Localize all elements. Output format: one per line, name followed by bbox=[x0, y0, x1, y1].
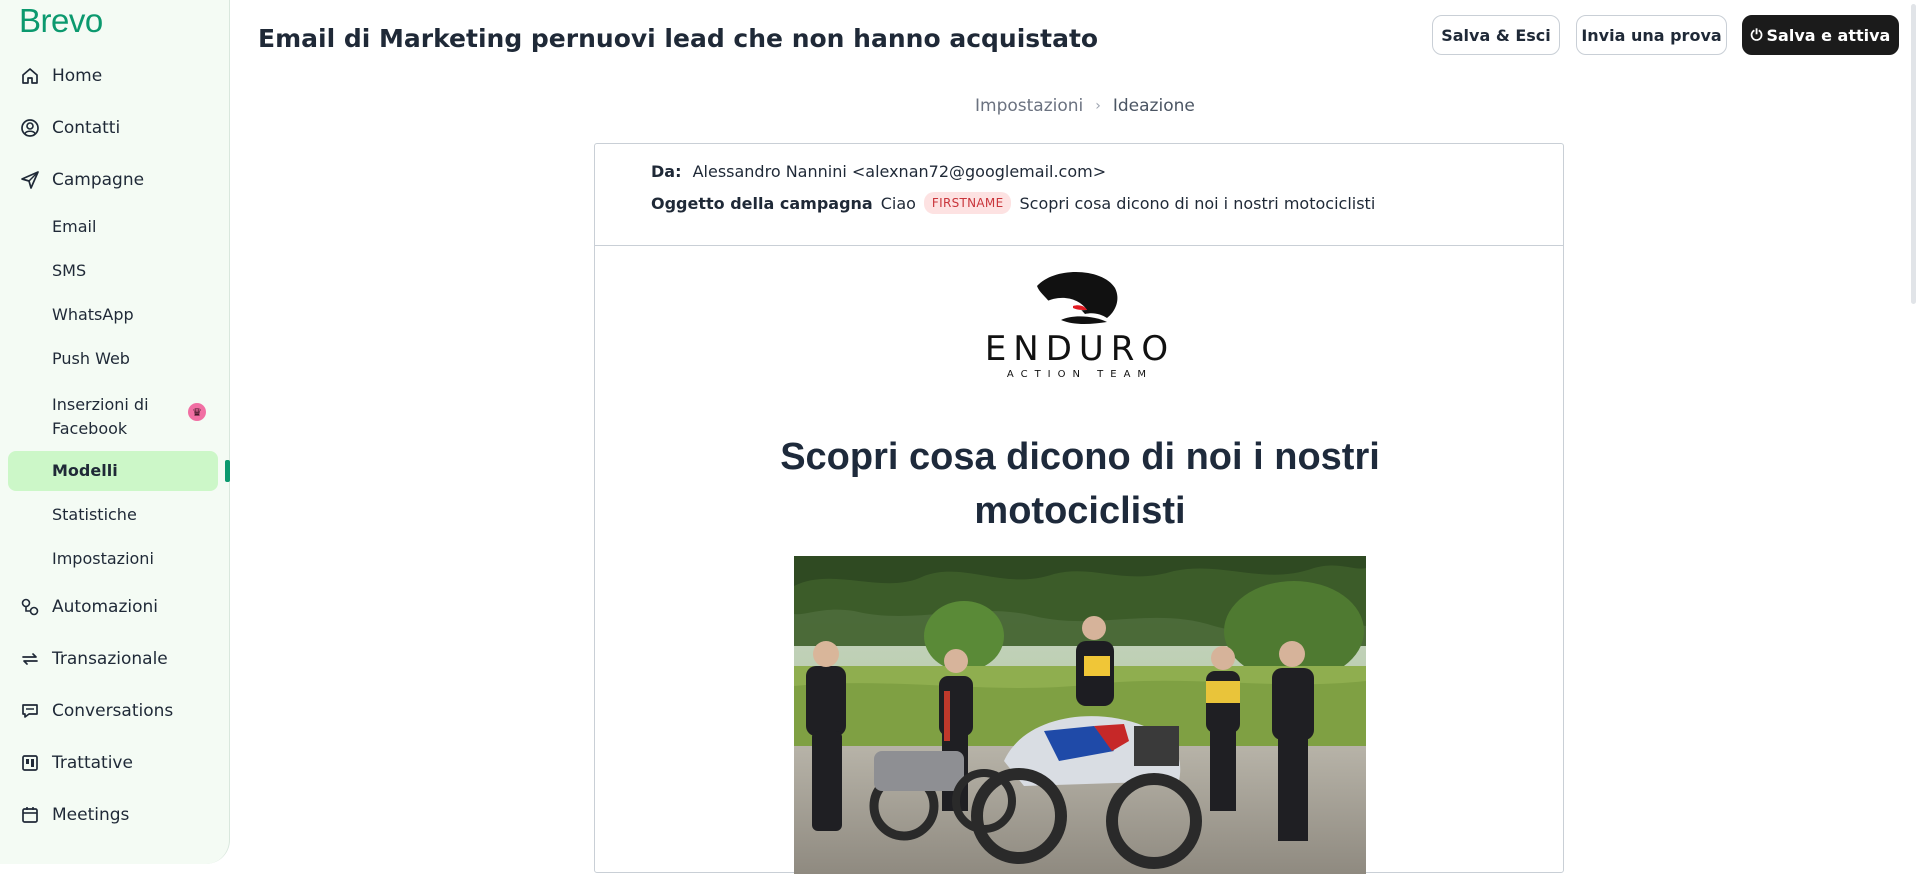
sidebar-item-transactional[interactable]: Transazionale bbox=[0, 639, 230, 679]
scrollbar-thumb[interactable] bbox=[1911, 4, 1916, 304]
sidebar-item-home[interactable]: Home bbox=[0, 56, 230, 96]
email-preview: Da: Alessandro Nannini <alexnan72@google… bbox=[594, 143, 1564, 874]
save-exit-button[interactable]: Salva & Esci bbox=[1432, 15, 1560, 55]
from-row: Da: Alessandro Nannini <alexnan72@google… bbox=[651, 162, 1106, 181]
transactional-icon bbox=[20, 649, 40, 669]
sidebar-sub-sms[interactable]: SMS bbox=[52, 261, 86, 280]
sidebar-sub-templates[interactable]: Modelli bbox=[52, 461, 118, 480]
chat-icon bbox=[20, 701, 40, 721]
from-value: Alessandro Nannini <alexnan72@googlemail… bbox=[692, 162, 1107, 181]
crown-icon: ♛ bbox=[188, 403, 206, 421]
power-icon: ⏻ bbox=[1750, 26, 1763, 44]
send-icon bbox=[20, 170, 40, 190]
email-meta: Da: Alessandro Nannini <alexnan72@google… bbox=[595, 144, 1563, 246]
deals-icon bbox=[20, 753, 40, 773]
save-activate-button[interactable]: ⏻ Salva e attiva bbox=[1742, 15, 1899, 55]
sidebar-sub-whatsapp[interactable]: WhatsApp bbox=[52, 305, 134, 324]
breadcrumb-design[interactable]: Ideazione bbox=[1113, 96, 1195, 116]
sidebar-item-label: Home bbox=[52, 66, 103, 86]
sidebar-item-label: Trattative bbox=[52, 753, 133, 773]
page-title: Email di Marketing pernuovi lead che non… bbox=[258, 24, 1099, 53]
sidebar-item-conversations[interactable]: Conversations bbox=[0, 691, 230, 731]
subject-text: Scopri cosa dicono di noi i nostri motoc… bbox=[1019, 193, 1376, 213]
sidebar-item-label: Automazioni bbox=[52, 597, 158, 617]
from-label: Da: bbox=[651, 162, 682, 181]
calendar-icon bbox=[20, 805, 40, 825]
active-indicator bbox=[225, 460, 230, 482]
firstname-tag: FIRSTNAME bbox=[923, 192, 1012, 214]
breadcrumb-settings[interactable]: Impostazioni bbox=[975, 96, 1083, 116]
sidebar-item-deals[interactable]: Trattative bbox=[0, 743, 230, 783]
sidebar-item-automations[interactable]: Automazioni bbox=[0, 587, 230, 627]
logo-main-text: ENDURO bbox=[985, 329, 1175, 369]
sidebar-item-meetings[interactable]: Meetings bbox=[0, 795, 230, 835]
sidebar-item-label: Campagne bbox=[52, 170, 145, 190]
brand-logo[interactable]: Brevo bbox=[19, 2, 103, 40]
sidebar-item-label: Contatti bbox=[52, 118, 121, 138]
automation-icon bbox=[20, 597, 40, 617]
sidebar-item-contacts[interactable]: Contatti bbox=[0, 108, 230, 148]
sidebar-sub-push-web[interactable]: Push Web bbox=[52, 349, 130, 368]
sidebar: Brevo Home Contatti Campagne Email SMS W… bbox=[0, 0, 230, 864]
enduro-logo: ENDURO ACTION TEAM bbox=[975, 264, 1185, 384]
sidebar-sub-statistics[interactable]: Statistiche bbox=[52, 505, 137, 524]
subject-greeting: Ciao bbox=[880, 193, 916, 213]
sidebar-item-label: Transazionale bbox=[52, 649, 168, 669]
subject-label: Oggetto della campagna bbox=[651, 193, 873, 213]
sidebar-sub-email[interactable]: Email bbox=[52, 217, 96, 236]
subject-row: Oggetto della campagna Ciao FIRSTNAME Sc… bbox=[651, 192, 1375, 214]
sidebar-sub-settings[interactable]: Impostazioni bbox=[52, 549, 154, 568]
riders-photo bbox=[794, 556, 1366, 874]
home-icon bbox=[20, 66, 40, 86]
page-scrollbar[interactable] bbox=[1907, 0, 1919, 864]
chevron-right-icon: › bbox=[1095, 98, 1101, 114]
email-headline: Scopri cosa dicono di noi i nostri motoc… bbox=[780, 436, 1380, 532]
sidebar-sub-facebook-ads[interactable]: Inserzioni di Facebook bbox=[52, 393, 172, 441]
breadcrumb: Impostazioni › Ideazione bbox=[975, 96, 1195, 116]
sidebar-item-campaigns[interactable]: Campagne bbox=[0, 160, 230, 200]
sidebar-item-label: Conversations bbox=[52, 701, 174, 721]
send-test-button[interactable]: Invia una prova bbox=[1576, 15, 1727, 55]
contacts-icon bbox=[20, 118, 40, 138]
logo-sub-text: ACTION TEAM bbox=[1007, 369, 1153, 380]
save-activate-label: Salva e attiva bbox=[1766, 25, 1891, 45]
sidebar-item-label: Meetings bbox=[52, 805, 130, 825]
